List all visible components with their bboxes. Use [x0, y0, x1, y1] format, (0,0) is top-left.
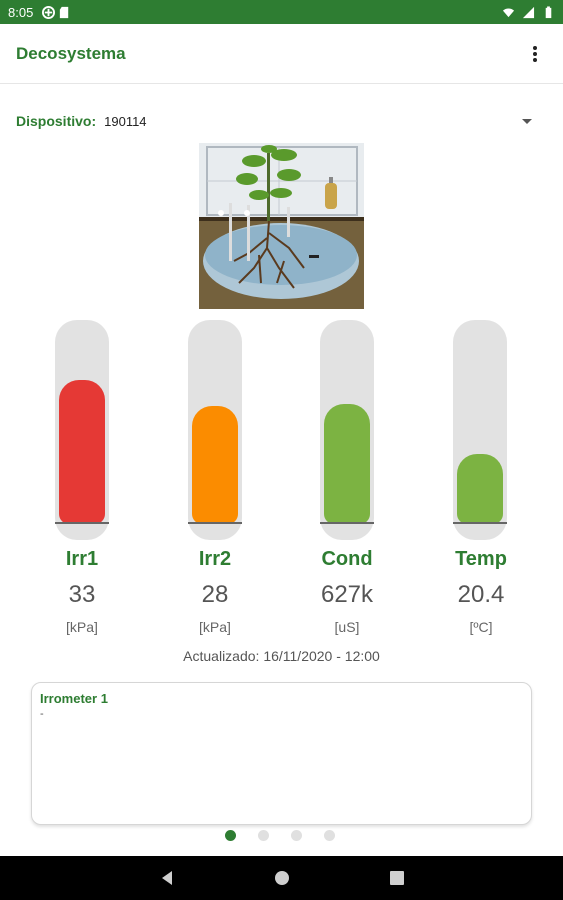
gauge-irr2: [188, 320, 242, 540]
updated-timestamp: Actualizado: 16/11/2020 - 12:00: [183, 648, 380, 664]
app-bar: Decosystema: [0, 24, 563, 84]
gauge-fill: [192, 406, 238, 524]
gauge-fill: [59, 380, 105, 524]
home-icon[interactable]: [274, 870, 290, 886]
device-label: Dispositivo:: [16, 113, 97, 129]
data-saver-icon: [42, 5, 56, 19]
sensor-card[interactable]: Irrometer 1 -: [31, 682, 532, 825]
page-dot[interactable]: [324, 830, 335, 841]
device-value: 190114: [104, 113, 147, 129]
wifi-icon: [502, 8, 515, 17]
app-title: Decosystema: [16, 43, 126, 63]
gauge-value-cond: 627k: [320, 581, 374, 608]
gauge-value-irr2: 28: [201, 581, 229, 608]
gauge-baseline: [188, 522, 242, 524]
gauge-unit-cond: [uS]: [334, 619, 360, 635]
gauge-unit-irr2: [kPa]: [199, 619, 231, 635]
page-dot[interactable]: [258, 830, 269, 841]
gauge-name-cond: Cond: [321, 548, 373, 570]
page-indicator: [225, 830, 335, 841]
page-dot[interactable]: [225, 830, 236, 841]
gauge-name-irr2: Irr2: [198, 548, 232, 570]
gauge-name-irr1: Irr1: [65, 548, 99, 570]
more-vert-icon[interactable]: [523, 42, 547, 66]
back-icon[interactable]: [160, 870, 174, 886]
card-title: Irrometer 1: [40, 691, 108, 706]
navigation-bar: [0, 856, 563, 900]
recents-icon[interactable]: [389, 871, 404, 885]
status-time: 8:05: [8, 4, 34, 20]
gauge-unit-irr1: [kPa]: [66, 619, 98, 635]
signal-icon: [522, 6, 535, 18]
card-body: -: [40, 708, 44, 720]
dropdown-arrow-icon[interactable]: [522, 118, 532, 124]
gauge-fill: [324, 404, 370, 524]
gauge-value-temp: 20.4: [457, 581, 505, 608]
gauge-fill: [457, 454, 503, 524]
gauge-baseline: [320, 522, 374, 524]
gauge-value-irr1: 33: [68, 581, 96, 608]
page-dot[interactable]: [291, 830, 302, 841]
gauge-baseline: [453, 522, 507, 524]
gauge-irr1: [55, 320, 109, 540]
gauge-temp: [453, 320, 507, 540]
device-selector[interactable]: Dispositivo: 190114: [16, 110, 536, 132]
sd-card-icon: [60, 6, 69, 18]
battery-icon: [545, 5, 552, 18]
gauge-baseline: [55, 522, 109, 524]
gauge-cond: [320, 320, 374, 540]
status-bar: 8:05: [0, 0, 563, 24]
gauge-name-temp: Temp: [455, 548, 507, 570]
gauge-unit-temp: [ºC]: [469, 619, 493, 635]
plant-soil-diagram: [199, 143, 364, 309]
